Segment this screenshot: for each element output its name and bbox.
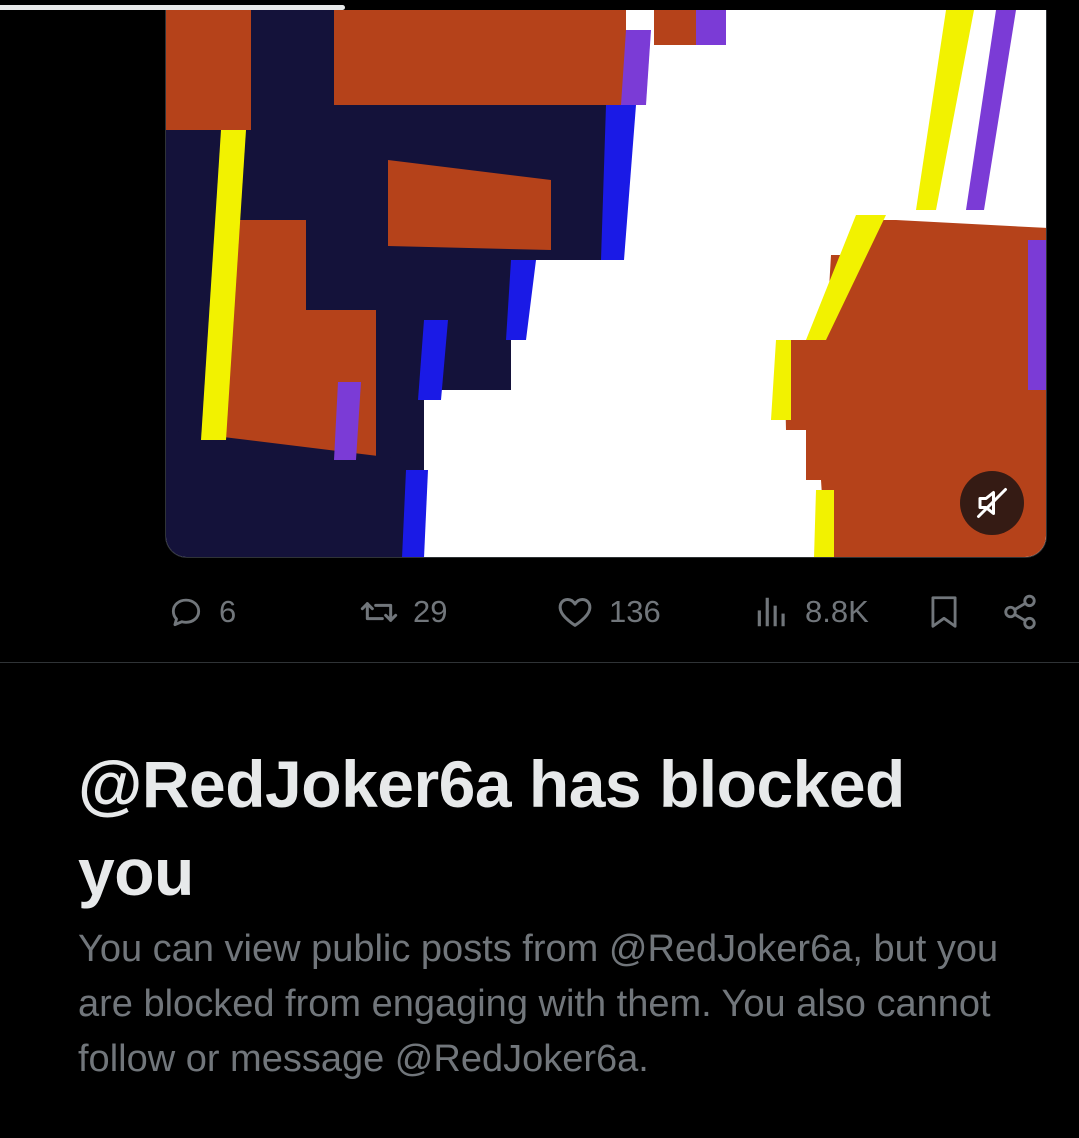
reply-count: 6: [219, 594, 237, 629]
reply-icon: [171, 598, 201, 627]
heart-icon: [558, 598, 592, 627]
mute-button[interactable]: [960, 471, 1024, 535]
video-player[interactable]: [165, 10, 1047, 558]
views-count: 8.8K: [805, 594, 869, 629]
like-button[interactable]: 136: [555, 586, 661, 638]
video-frame-image: [166, 10, 1046, 557]
blocked-notice-body: You can view public posts from @RedJoker…: [78, 928, 999, 1080]
repost-icon: [360, 602, 398, 622]
repost-count: 29: [413, 594, 448, 629]
bookmark-icon: [931, 596, 957, 628]
section-divider: [0, 662, 1079, 663]
bookmark-button[interactable]: [925, 586, 963, 638]
views-icon: [757, 597, 785, 627]
views-button[interactable]: 8.8K: [753, 586, 869, 638]
video-progress-bar[interactable]: [0, 0, 1079, 10]
post-action-bar: 6 29 136 8.8K: [165, 586, 1047, 638]
blocked-notice-title: @RedJoker6a has blocked you: [78, 747, 905, 909]
reply-button[interactable]: 6: [167, 586, 236, 638]
share-button[interactable]: [1001, 586, 1039, 638]
like-count: 136: [609, 594, 661, 629]
speaker-muted-icon: [977, 488, 1007, 518]
share-icon: [1004, 594, 1036, 630]
repost-button[interactable]: 29: [359, 586, 447, 638]
